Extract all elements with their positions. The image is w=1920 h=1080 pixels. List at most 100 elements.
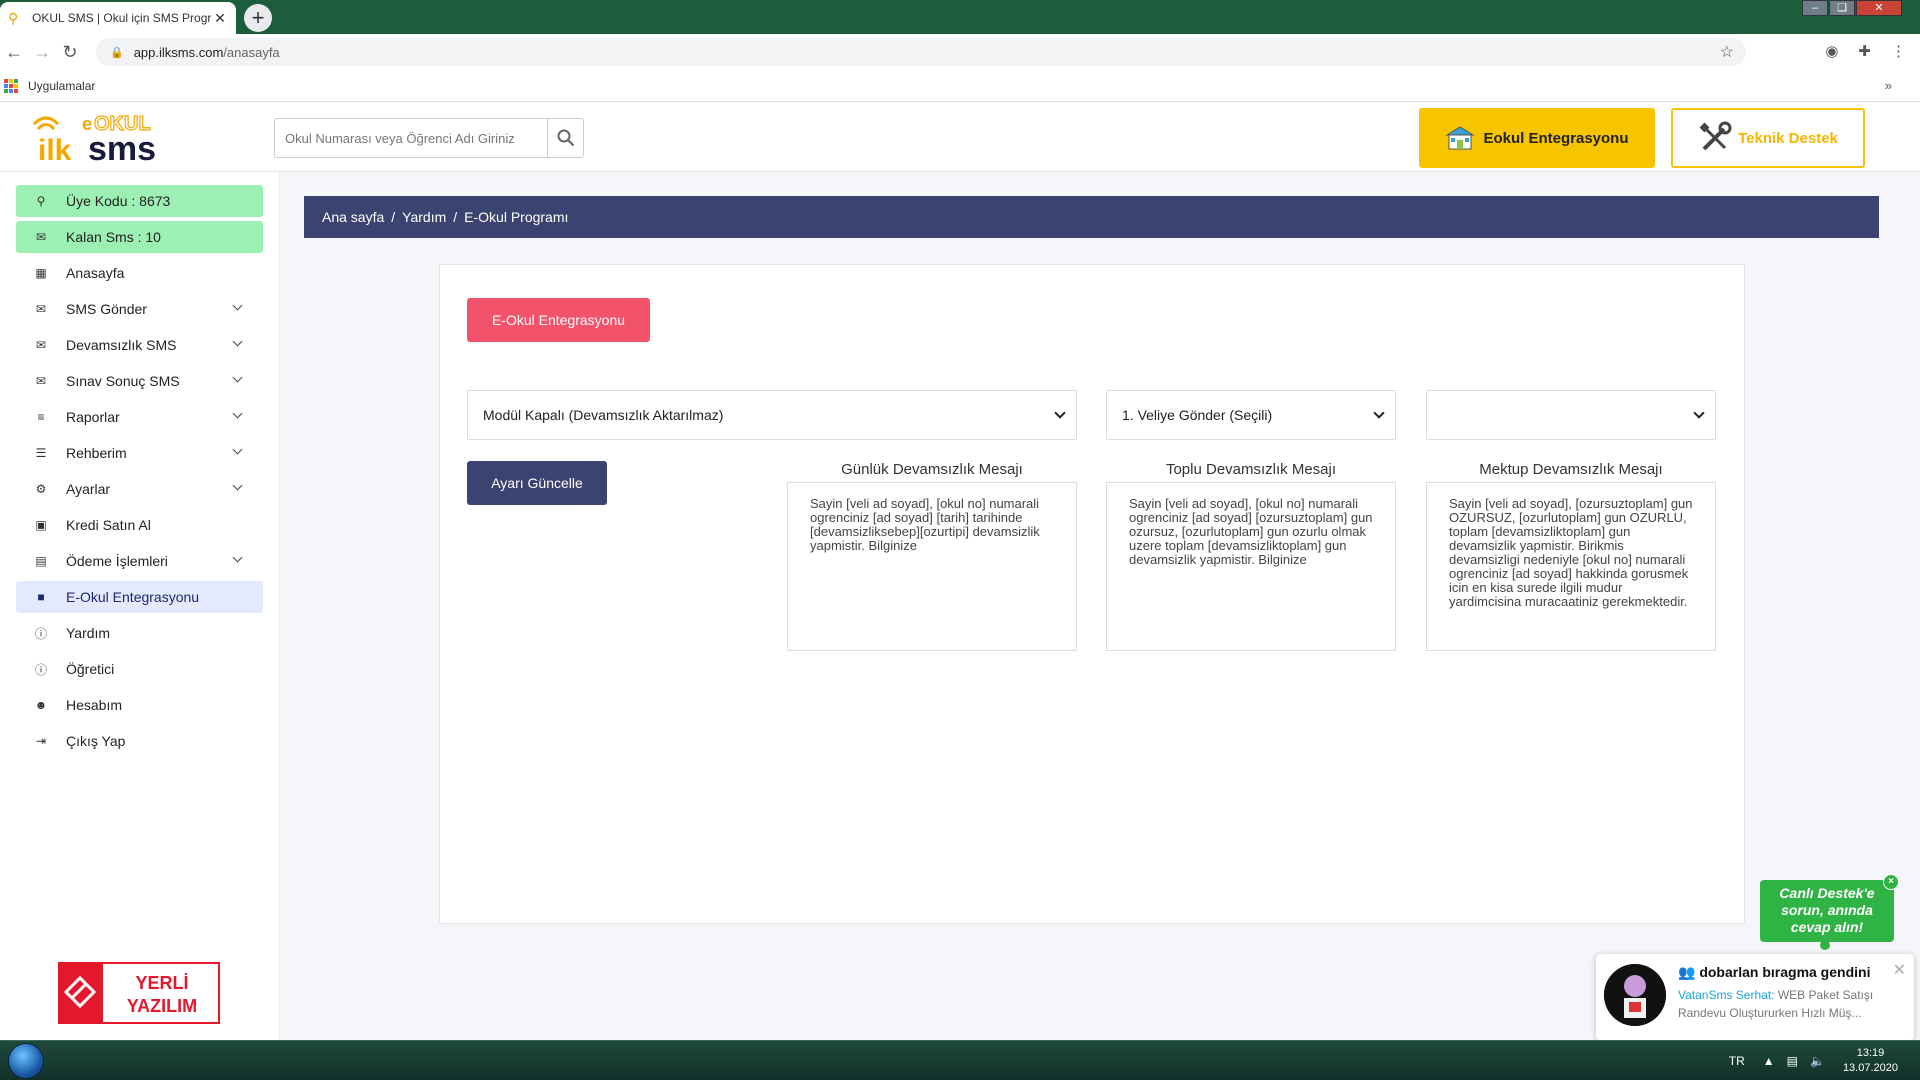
back-icon[interactable]: ←: [0, 42, 28, 63]
sidebar-item-settings[interactable]: ⚙ Ayarlar: [16, 473, 263, 505]
chevron-down-icon: [232, 408, 243, 419]
sidebar-item-label: Ayarlar: [66, 481, 111, 497]
sidebar-item-label: Devamsızlık SMS: [66, 337, 177, 353]
chevron-down-icon: [1054, 407, 1066, 419]
sidebar-item-label: Çıkış Yap: [66, 733, 126, 749]
site-header: e OKUL ilk sms Eokul Entegrasyonu: [0, 102, 1920, 172]
sidebar-item-home[interactable]: ▦ Anasayfa: [16, 257, 263, 289]
chevron-down-icon: [232, 300, 243, 311]
technical-support-button[interactable]: Teknik Destek: [1671, 108, 1865, 168]
recipient-select[interactable]: 1. Veliye Gönder (Seçili): [1106, 390, 1396, 440]
breadcrumb-current: E-Okul Programı: [464, 209, 569, 225]
eokul-integration-button[interactable]: Eokul Entegrasyonu: [1419, 108, 1655, 168]
sidebar-item-label: Üye Kodu : 8673: [66, 193, 171, 209]
search-input[interactable]: [275, 119, 547, 157]
chevron-down-icon: [1373, 407, 1385, 419]
network-icon[interactable]: ▤: [1787, 1054, 1798, 1068]
chevron-down-icon: [1693, 407, 1705, 419]
sidebar-item-help[interactable]: ⓘ Yardım: [16, 617, 263, 649]
system-tray: TR ▲ ▤ 🔈 13:19 13.07.2020: [1729, 1041, 1920, 1080]
apps-bookmark-label[interactable]: Uygulamalar: [28, 79, 95, 93]
reload-icon[interactable]: ↻: [56, 42, 84, 63]
sidebar-item-label: Öğretici: [66, 661, 115, 677]
sidebar-item-reports[interactable]: ≡ Raporlar: [16, 401, 263, 433]
tools-icon: [1699, 121, 1732, 151]
eokul-button-label: Eokul Entegrasyonu: [1483, 129, 1629, 147]
sidebar-item-logout[interactable]: ⇥ Çıkış Yap: [16, 725, 263, 757]
breadcrumb-help[interactable]: Yardım: [402, 209, 446, 225]
notification-body: VatanSms Serhat: WEB Paket Satışı Randev…: [1678, 986, 1888, 1022]
new-tab-button[interactable]: +: [244, 4, 272, 32]
sidebar-item-send-sms[interactable]: ✉ SMS Gönder: [16, 293, 263, 325]
search-icon: [557, 129, 574, 147]
menu-kebab-icon[interactable]: ⋮: [1891, 42, 1906, 60]
chat-notification[interactable]: 👥 dobarlan bıragma gendini VatanSms Serh…: [1596, 954, 1914, 1040]
live-support-bubble[interactable]: Canlı Destek'e sorun, anında cevap alın!…: [1760, 874, 1899, 950]
camera-icon[interactable]: ◉: [1825, 42, 1838, 60]
update-settings-button[interactable]: Ayarı Güncelle: [467, 461, 607, 505]
sidebar-item-payments[interactable]: ▤ Ödeme İşlemleri: [16, 545, 263, 577]
envelope-icon: ✉: [35, 338, 47, 352]
notification-sender: VatanSms Serhat:: [1678, 988, 1775, 1002]
sidebar-item-label: Kalan Sms : 10: [66, 229, 161, 245]
chevron-down-icon: [232, 480, 243, 491]
start-button[interactable]: [8, 1043, 44, 1079]
ilksms-logo[interactable]: e OKUL ilk sms: [30, 110, 190, 166]
close-icon[interactable]: ✕: [1893, 960, 1906, 980]
minimize-button[interactable]: –: [1802, 0, 1828, 16]
live-support-text: Canlı Destek'e sorun, anında cevap alın!: [1779, 885, 1875, 935]
clock-date: 13.07.2020: [1842, 1062, 1898, 1074]
forward-icon[interactable]: →: [28, 42, 56, 63]
svg-text:sms: sms: [88, 130, 156, 166]
extensions-icon[interactable]: ✚: [1858, 42, 1871, 60]
third-select[interactable]: [1426, 390, 1716, 440]
notification-title-text: dobarlan bıragma gendini: [1699, 964, 1871, 980]
sidebar-item-label: Kredi Satın Al: [66, 517, 151, 533]
school-icon: [1445, 126, 1476, 150]
sidebar-item-absence-sms[interactable]: ✉ Devamsızlık SMS: [16, 329, 263, 361]
bookmark-star-icon[interactable]: ☆: [1720, 42, 1734, 62]
browser-tab[interactable]: ⚲ OKUL SMS | Okul için SMS Progr ✕: [0, 2, 236, 34]
chevron-down-icon: [232, 444, 243, 455]
tab-close-icon[interactable]: ✕: [212, 10, 228, 27]
language-indicator[interactable]: TR: [1729, 1054, 1745, 1068]
restore-button[interactable]: ❑: [1829, 0, 1855, 16]
lock-icon: 🔒: [110, 46, 124, 59]
apps-grid-icon[interactable]: [4, 78, 18, 93]
close-icon[interactable]: ×: [1883, 874, 1899, 890]
letter-message-textarea[interactable]: Sayin [veli ad soyad], [ozursuztoplam] g…: [1426, 482, 1716, 651]
user-icon: ☻: [34, 698, 48, 712]
module-status-value: Modül Kapalı (Devamsızlık Aktarılmaz): [483, 407, 724, 423]
eokul-integration-action-button[interactable]: E-Okul Entegrasyonu: [467, 298, 650, 342]
support-button-label: Teknik Destek: [1738, 129, 1838, 147]
module-status-select[interactable]: Modül Kapalı (Devamsızlık Aktarılmaz): [467, 390, 1077, 440]
sidebar-item-tutorial[interactable]: ⓘ Öğretici: [16, 653, 263, 685]
bookmarks-overflow-icon[interactable]: »: [1885, 78, 1892, 93]
grid-icon: ▦: [35, 266, 47, 280]
page: e OKUL ilk sms Eokul Entegrasyonu: [0, 102, 1920, 1040]
sidebar-item-account[interactable]: ☻ Hesabım: [16, 689, 263, 721]
tray-expand-icon[interactable]: ▲: [1763, 1054, 1775, 1068]
bulk-message-textarea[interactable]: Sayin [veli ad soyad], [okul no] numaral…: [1106, 482, 1396, 651]
clock[interactable]: 13:19 13.07.2020: [1843, 1046, 1898, 1076]
url-path: /anasayfa: [223, 44, 280, 60]
sidebar-item-contacts[interactable]: ☰ Rehberim: [16, 437, 263, 469]
integration-card: E-Okul Entegrasyonu Modül Kapalı (Devams…: [439, 264, 1745, 924]
money-icon: ▣: [35, 518, 47, 532]
sidebar-item-member-code: ⚲ Üye Kodu : 8673: [16, 185, 263, 217]
window-close-button[interactable]: ✕: [1856, 0, 1902, 16]
sidebar-item-label: E-Okul Entegrasyonu: [66, 589, 200, 605]
tab-title: OKUL SMS | Okul için SMS Progr: [32, 11, 212, 25]
gear-icon: ⚙: [35, 482, 47, 496]
sidebar-item-eokul-integration[interactable]: ■ E-Okul Entegrasyonu: [16, 581, 263, 613]
sidebar-item-exam-sms[interactable]: ✉ Sınav Sonuç SMS: [16, 365, 263, 397]
sidebar-item-buy-credit[interactable]: ▣ Kredi Satın Al: [16, 509, 263, 541]
address-bar[interactable]: 🔒 app.ilksms.com /anasayfa ☆: [96, 38, 1746, 66]
breadcrumb-home[interactable]: Ana sayfa: [322, 209, 384, 225]
volume-icon[interactable]: 🔈: [1810, 1054, 1825, 1068]
sidebar-item-label: Rehberim: [66, 445, 127, 461]
search-button[interactable]: [547, 119, 583, 157]
daily-message-textarea[interactable]: Sayin [veli ad soyad], [okul no] numaral…: [787, 482, 1077, 651]
browser-toolbar: ← → ↻ 🔒 app.ilksms.com /anasayfa ☆ ◉ ✚ ⋮: [0, 34, 1920, 70]
envelope-icon: ✉: [35, 302, 47, 316]
